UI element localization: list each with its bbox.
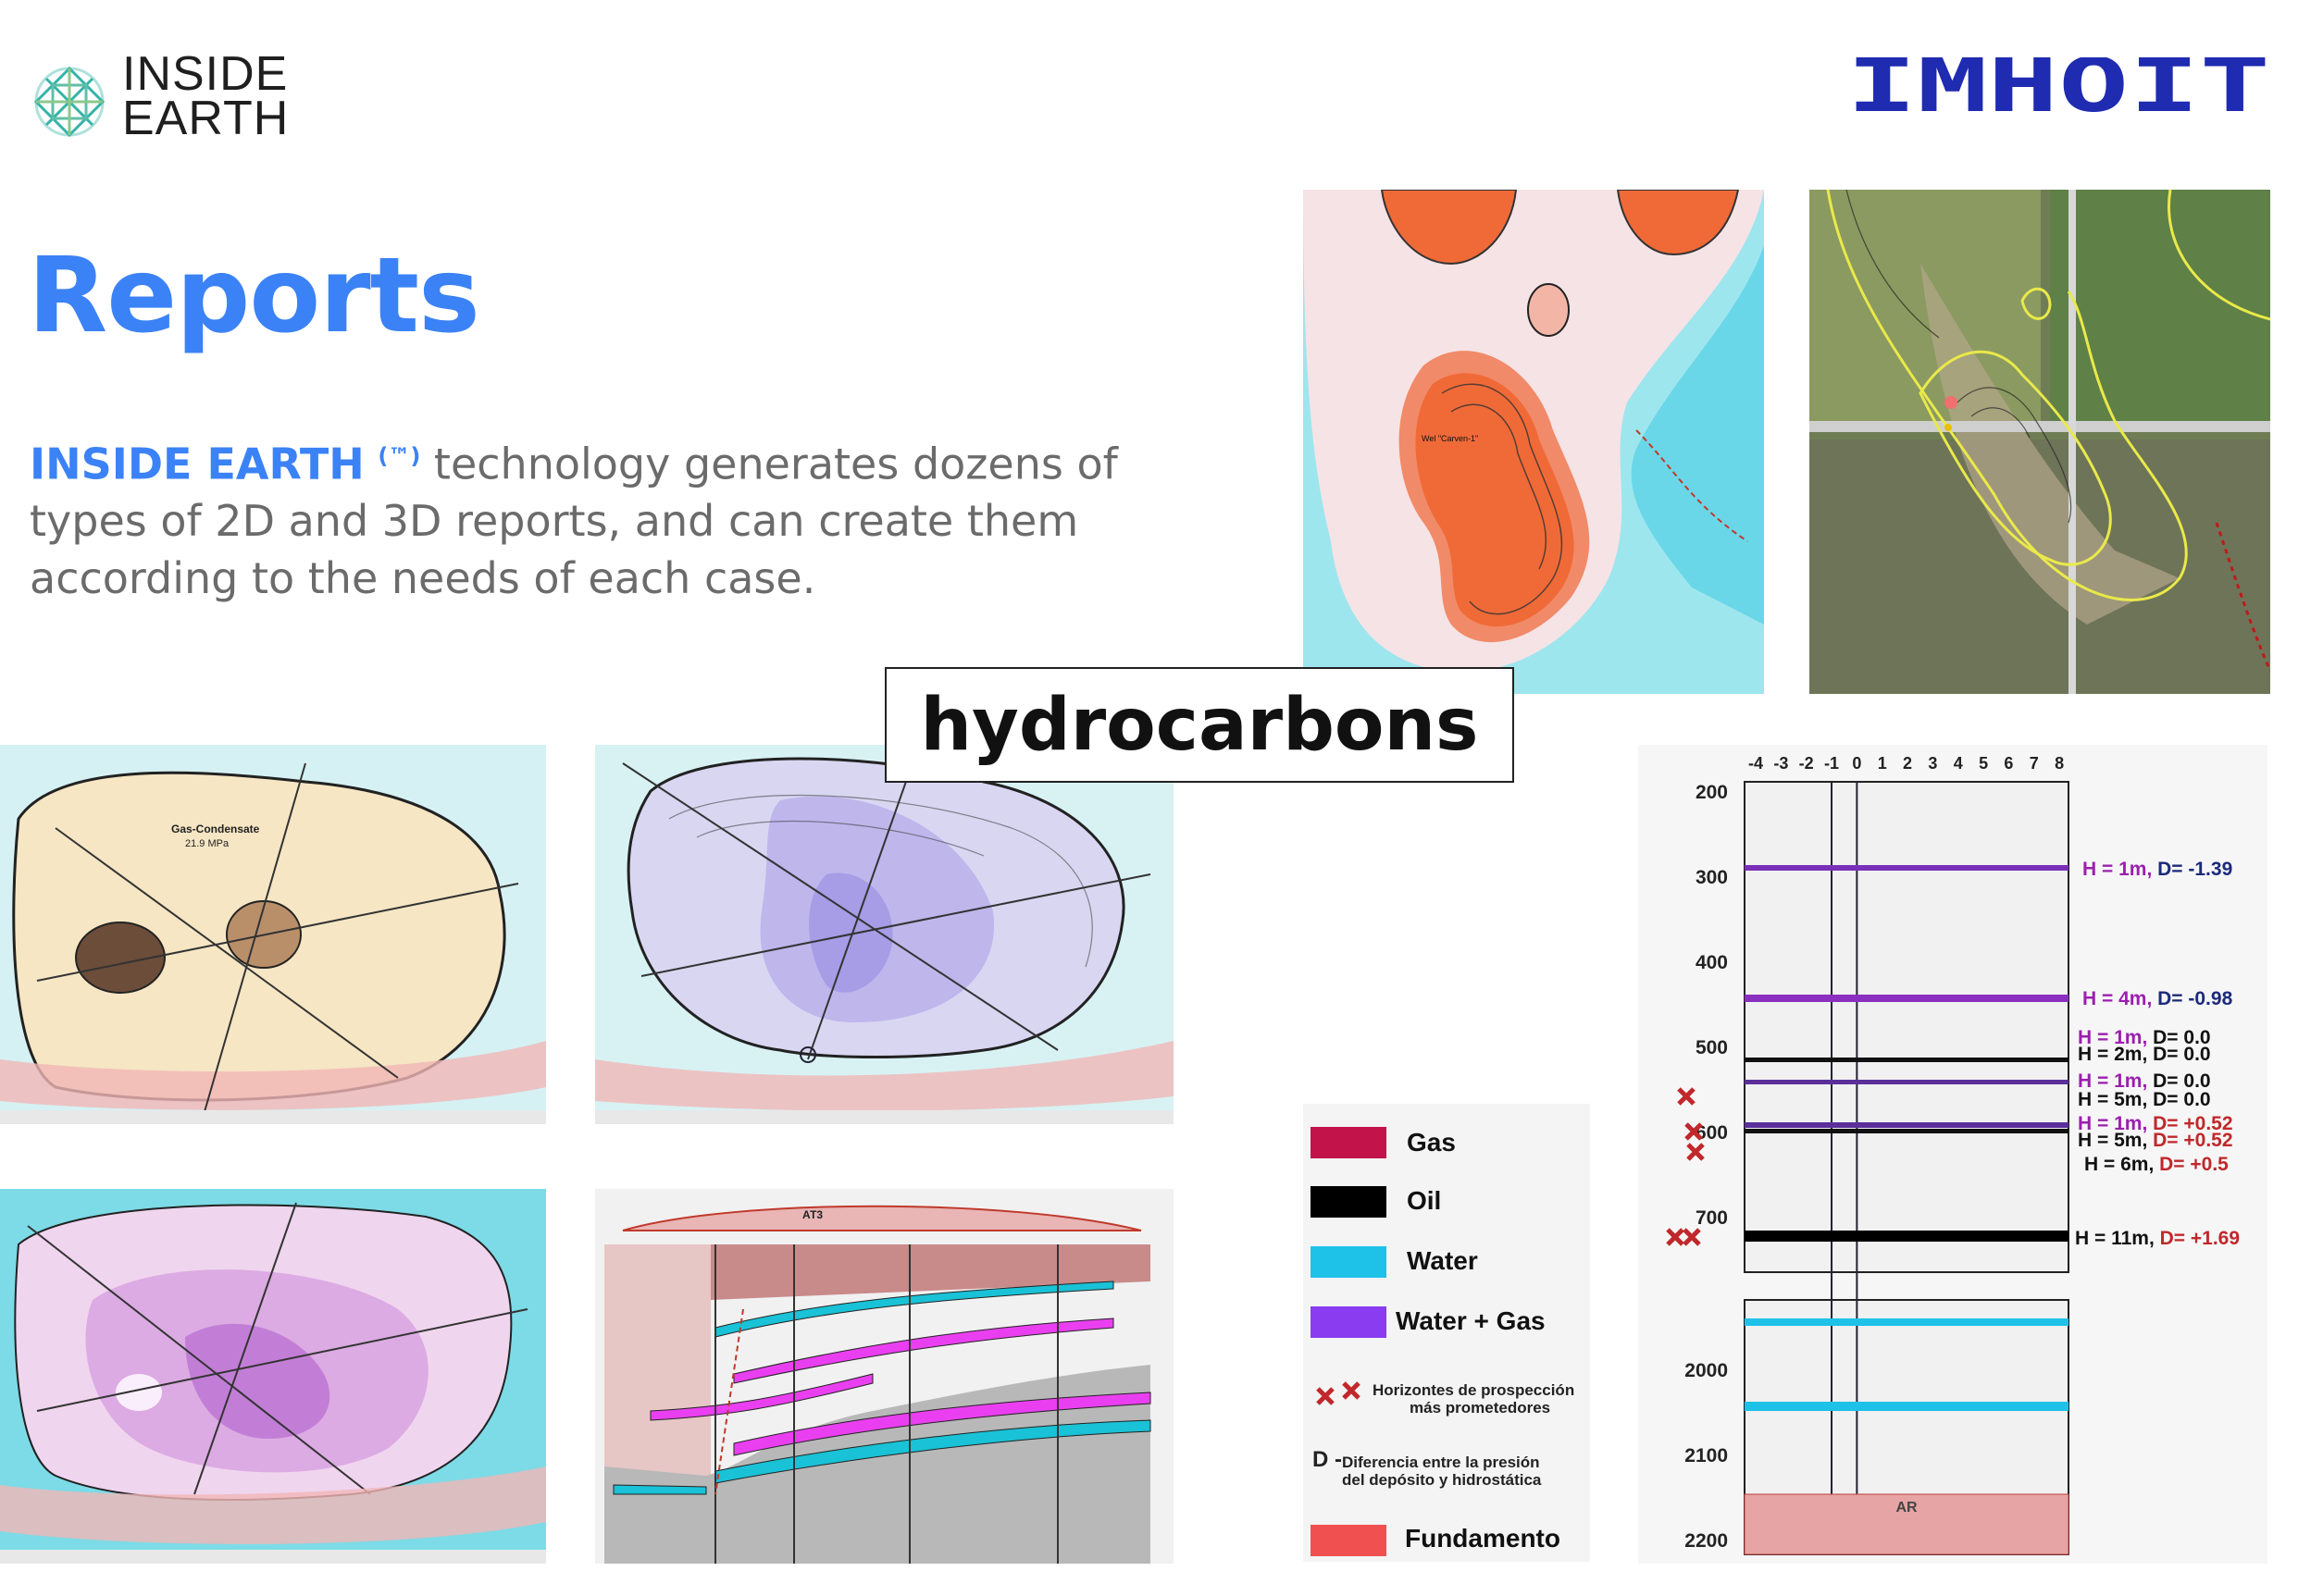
horizon-bar bbox=[1745, 1122, 2068, 1128]
legend-d-prefix: D - bbox=[1312, 1447, 1342, 1472]
layer-pressure-diff: D= 0.0 bbox=[2153, 1089, 2210, 1110]
layer-pressure-diff: D= +0.52 bbox=[2153, 1130, 2232, 1151]
depth-label: 2000 bbox=[1684, 1360, 1728, 1381]
x-tick-label: -2 bbox=[1799, 754, 1814, 773]
horizon-bar bbox=[1745, 865, 2068, 871]
map-pressure-label: 21.9 MPa bbox=[185, 838, 230, 849]
horizon-bar bbox=[1745, 1318, 2068, 1326]
cross-section-at3-label: АТ3 bbox=[802, 1208, 823, 1221]
logo-line-1: INSIDE bbox=[122, 47, 289, 101]
legend-d-note-line2: del depósito y hidrostática bbox=[1342, 1471, 1542, 1489]
intro-paragraph: INSIDE EARTH (™) technology generates do… bbox=[30, 427, 1140, 607]
layer-pressure-diff: D= -1.39 bbox=[2157, 859, 2232, 880]
layer-annotation: H = 5m, D= +0.52 bbox=[2078, 1130, 2233, 1151]
legend-swatch-water bbox=[1311, 1246, 1386, 1278]
layer-pressure-diff: D= -0.98 bbox=[2157, 988, 2232, 1009]
legend-swatch-gas bbox=[1311, 1127, 1386, 1158]
layer-annotation: H = 2m, D= 0.0 bbox=[2078, 1044, 2211, 1065]
page-title: Reports bbox=[28, 236, 480, 356]
layer-thickness: H = 6m, bbox=[2084, 1154, 2159, 1175]
legend-label-oil: Oil bbox=[1407, 1186, 1442, 1215]
depth-label: 400 bbox=[1696, 952, 1728, 973]
depth-label: 700 bbox=[1696, 1207, 1728, 1229]
horizon-bar bbox=[1745, 1129, 2068, 1133]
x-tick-label: 8 bbox=[2055, 754, 2064, 773]
report-map-1: Gas-Condensate 21.9 MPa bbox=[0, 745, 546, 1124]
depth-label: 500 bbox=[1696, 1037, 1728, 1058]
legend-label-water-gas: Water + Gas bbox=[1396, 1306, 1546, 1335]
report-map-2 bbox=[595, 745, 1174, 1124]
trademark-mark: (™) bbox=[378, 443, 421, 469]
horizon-bar bbox=[1745, 1058, 2068, 1062]
depth-label: 200 bbox=[1696, 782, 1728, 803]
imhoit-logo: IMHOIT bbox=[1846, 57, 2270, 118]
x-tick-label: 5 bbox=[1979, 754, 1988, 773]
layer-annotation: H = 4m, D= -0.98 bbox=[2082, 988, 2233, 1009]
layer-annotation: H = 6m, D= +0.5 bbox=[2084, 1154, 2229, 1175]
report-map-3 bbox=[0, 1189, 546, 1564]
layer-thickness: H = 11m, bbox=[2075, 1228, 2160, 1249]
x-tick-label: 0 bbox=[1852, 754, 1861, 773]
legend-horizon-note-line2: más prometedores bbox=[1410, 1399, 1551, 1417]
x-tick-label: 1 bbox=[1878, 754, 1887, 773]
x-tick-label: 2 bbox=[1903, 754, 1912, 773]
layer-annotation: H = 1m, D= -1.39 bbox=[2082, 859, 2232, 880]
horizon-bar bbox=[1745, 995, 2068, 1002]
horizon-cross-icon bbox=[1666, 1228, 1684, 1246]
depth-label: 300 bbox=[1696, 867, 1728, 888]
layer-thickness: H = 5m, bbox=[2078, 1089, 2153, 1110]
depth-label: 2100 bbox=[1684, 1445, 1728, 1466]
imhoit-wordmark: IMHOIT bbox=[1846, 57, 2270, 118]
legend-swatch-water-gas bbox=[1311, 1306, 1386, 1338]
x-tick-label: 6 bbox=[2004, 754, 2013, 773]
legend-d-note: Diferencia entre la presión del depósito… bbox=[1342, 1454, 1583, 1489]
horizon-cross-icon bbox=[1686, 1143, 1705, 1161]
hydrocarbons-label: hydrocarbons bbox=[885, 667, 1514, 783]
horizon-cross-icon bbox=[1683, 1228, 1701, 1246]
satellite-map bbox=[1809, 190, 2270, 694]
depth-label: 2200 bbox=[1684, 1530, 1728, 1552]
legend-swatch-basement bbox=[1311, 1525, 1386, 1556]
horizon-bar bbox=[1745, 1402, 2068, 1411]
x-tick-label: 4 bbox=[1954, 754, 1963, 773]
layer-thickness: H = 5m, bbox=[2078, 1130, 2153, 1151]
layer-annotation: H = 11m, D= +1.69 bbox=[2075, 1228, 2240, 1249]
basement-label: AR bbox=[1895, 1500, 1918, 1516]
layer-pressure-diff: D= +1.69 bbox=[2160, 1228, 2240, 1249]
legend-horizon-note: Horizontes de prospección más prometedor… bbox=[1373, 1381, 1585, 1417]
contour-heatmap: Wel "Carven-1" bbox=[1303, 190, 1764, 694]
well-label: Wel "Carven-1" bbox=[1422, 434, 1478, 443]
report-cross-section: АТ3 bbox=[595, 1189, 1174, 1564]
x-tick-label: 3 bbox=[1928, 754, 1937, 773]
legend-d-note-line1: Diferencia entre la presión bbox=[1342, 1454, 1540, 1471]
legend-horizon-note-line1: Horizontes de prospección bbox=[1373, 1381, 1575, 1399]
upper-column-body bbox=[1744, 781, 2069, 1273]
stratigraphic-column: -4 -3 -2 -1 0 1 2 3 4 5 6 7 820030040050060070020002… bbox=[1638, 745, 2267, 1564]
horizon-bar bbox=[1745, 1231, 2068, 1242]
map-gas-condensate-label: Gas-Condensate bbox=[171, 823, 260, 835]
horizon-cross-icon bbox=[1677, 1087, 1696, 1106]
legend: Gas Oil Water Water + Gas Horizontes de … bbox=[1303, 1104, 1590, 1562]
x-tick-label: -3 bbox=[1773, 754, 1788, 773]
legend-label-gas: Gas bbox=[1407, 1128, 1456, 1157]
layer-thickness: H = 4m, bbox=[2082, 988, 2157, 1009]
layer-pressure-diff: D= 0.0 bbox=[2153, 1044, 2210, 1065]
logo-wordmark: INSIDE EARTH bbox=[122, 47, 290, 145]
legend-label-water: Water bbox=[1407, 1246, 1478, 1275]
layer-pressure-diff: D= +0.5 bbox=[2159, 1154, 2229, 1175]
x-tick-label: 7 bbox=[2030, 754, 2039, 773]
x-tick-label: -1 bbox=[1824, 754, 1839, 773]
layer-annotation: H = 5m, D= 0.0 bbox=[2078, 1089, 2211, 1110]
layer-thickness: H = 2m, bbox=[2078, 1044, 2153, 1065]
horizon-cross-icon bbox=[1316, 1381, 1360, 1405]
legend-label-basement: Fundamento bbox=[1405, 1524, 1560, 1553]
intro-highlight: INSIDE EARTH bbox=[30, 439, 365, 489]
horizon-bar bbox=[1745, 1080, 2068, 1084]
logo-line-2: EARTH bbox=[122, 92, 290, 145]
x-tick-label: -4 bbox=[1748, 754, 1763, 773]
layer-thickness: H = 1m, bbox=[2082, 859, 2157, 880]
legend-swatch-oil bbox=[1311, 1186, 1386, 1218]
